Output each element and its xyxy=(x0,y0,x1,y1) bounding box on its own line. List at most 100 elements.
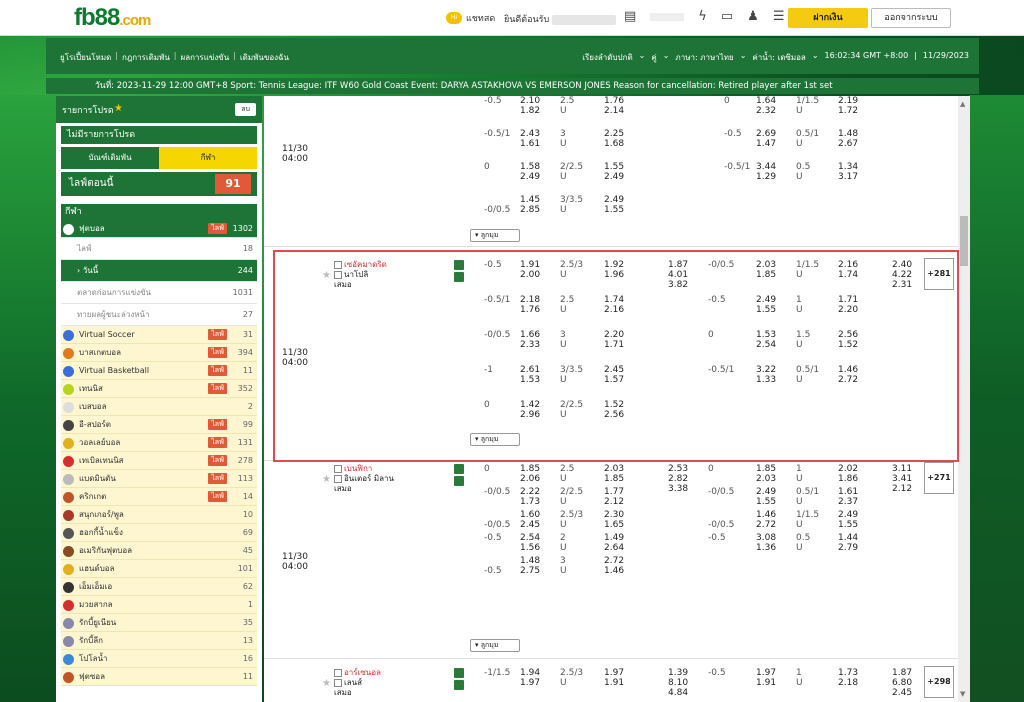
sidebar-item-sport[interactable]: วอลเลย์บอล ไลฟ์ 131 xyxy=(61,434,257,452)
odds-1x2-ht-cell[interactable]: 3.11 xyxy=(892,464,912,474)
odds-cell[interactable]: 2.96 xyxy=(520,410,540,420)
odds-1x2-ht-cell[interactable]: 6.80 xyxy=(892,678,912,688)
odds-cell[interactable]: 1.71 xyxy=(604,340,624,350)
match-teams[interactable]: เบนฟิกา อินเตอร์ มิลาน เสมอ xyxy=(334,464,394,494)
odds-cell[interactable]: 1.97 xyxy=(604,668,624,678)
odds-cell[interactable]: 1.92 xyxy=(604,260,624,270)
clear-favorites-button[interactable]: ลบ xyxy=(235,103,256,116)
odds-cell[interactable]: 2.72 xyxy=(604,556,624,566)
user-icon[interactable]: ♟ xyxy=(747,9,759,24)
odds-cell[interactable]: 2.18 xyxy=(838,678,858,688)
odds-cell[interactable]: 1.45 xyxy=(520,195,540,205)
odds-cell[interactable]: 1.97 xyxy=(756,668,776,678)
odds-cell[interactable]: 1.76 xyxy=(520,305,540,315)
live-now-button[interactable]: ไลฟ์ตอนนี้ 91 xyxy=(61,172,257,196)
odds-cell[interactable]: 1.91 xyxy=(604,678,624,688)
odds-1x2-cell[interactable]: 2.82 xyxy=(668,474,688,484)
stats-icon[interactable] xyxy=(454,464,464,474)
odds-cell[interactable]: 2.49 xyxy=(756,295,776,305)
nav-link[interactable]: ยูโรเปี้ยนโหมด xyxy=(60,51,111,64)
list-icon[interactable]: ☰ xyxy=(773,9,785,24)
sidebar-item-sport[interactable]: ฟุตซอล 11 xyxy=(61,668,257,686)
odds-cell[interactable]: 1.85 xyxy=(756,270,776,280)
odds-cell[interactable]: 2.49 xyxy=(604,195,624,205)
favorite-star-icon[interactable]: ★ xyxy=(322,474,331,485)
odds-cell[interactable]: 2.20 xyxy=(604,330,624,340)
odds-cell[interactable]: 1.34 xyxy=(838,162,858,172)
odds-cell[interactable]: 2.72 xyxy=(838,375,858,385)
sidebar-item-sport[interactable]: คริกเกต ไลฟ์ 14 xyxy=(61,488,257,506)
deposit-button[interactable]: ฝากเงิน xyxy=(788,8,868,28)
odds-cell[interactable]: 1.53 xyxy=(520,375,540,385)
lightning-icon[interactable]: ϟ xyxy=(698,9,707,24)
odds-cell[interactable]: 2.37 xyxy=(838,497,858,507)
odds-cell[interactable]: 2.22 xyxy=(520,487,540,497)
odds-cell[interactable]: 2.79 xyxy=(838,543,858,553)
main-scrollbar[interactable]: ▲ ▼ xyxy=(958,96,970,702)
odds-cell[interactable]: 2.00 xyxy=(520,270,540,280)
odds-1x2-ht-cell[interactable]: 2.12 xyxy=(892,484,912,494)
odds-cell[interactable]: 3.17 xyxy=(838,172,858,182)
sidebar-item-sport[interactable]: เบสบอล 2 xyxy=(61,398,257,416)
odds-cell[interactable]: 1.85 xyxy=(604,474,624,484)
sidebar-subitem[interactable]: › วันนี้ 244 xyxy=(61,260,257,282)
odds-cell[interactable]: 2.14 xyxy=(604,106,624,116)
odds-cell[interactable]: 1.33 xyxy=(756,375,776,385)
odds-cell[interactable]: 2.75 xyxy=(520,566,540,576)
odds-cell[interactable]: 2.85 xyxy=(520,205,540,215)
more-bets-button[interactable]: +298 xyxy=(924,666,954,698)
sidebar-item-sport[interactable]: อเมริกันฟุตบอล 45 xyxy=(61,542,257,560)
favorite-star-icon[interactable]: ★ xyxy=(322,270,331,281)
odds-cell[interactable]: 2.20 xyxy=(838,305,858,315)
odds-cell[interactable]: 1.44 xyxy=(838,533,858,543)
odds-cell[interactable]: 1.56 xyxy=(520,543,540,553)
odds-cell[interactable]: 1.58 xyxy=(520,162,540,172)
odds-cell[interactable]: 1.76 xyxy=(604,96,624,106)
odds-cell[interactable]: 1.91 xyxy=(520,260,540,270)
match-teams[interactable]: อาร์เซนอล เลนส์ เสมอ xyxy=(334,668,381,698)
odds-cell[interactable]: 1.96 xyxy=(604,270,624,280)
sort-select[interactable]: เรียงลำดับปกติ xyxy=(582,51,632,64)
odds-cell[interactable]: 2.30 xyxy=(604,510,624,520)
odds-cell[interactable]: 1.61 xyxy=(838,487,858,497)
odds-cell[interactable]: 3.08 xyxy=(756,533,776,543)
odds-cell[interactable]: 1.52 xyxy=(604,400,624,410)
sidebar-item-sport[interactable]: สนุกเกอร์/พูล 10 xyxy=(61,506,257,524)
odds-cell[interactable]: 1.57 xyxy=(604,375,624,385)
odds-cell[interactable]: 2.03 xyxy=(756,260,776,270)
odds-cell[interactable]: 1.55 xyxy=(756,305,776,315)
sidebar-item-sport[interactable]: เทนนิส ไลฟ์ 352 xyxy=(61,380,257,398)
odds-cell[interactable]: 2.64 xyxy=(604,543,624,553)
odds-cell[interactable]: 2.72 xyxy=(756,520,776,530)
live-chat-link[interactable]: Hi แชทสด xyxy=(446,11,495,25)
odds-cell[interactable]: 1.66 xyxy=(520,330,540,340)
sidebar-item-sport[interactable]: บาสเกตบอล ไลฟ์ 394 xyxy=(61,344,257,362)
odds-cell[interactable]: 2.10 xyxy=(520,96,540,106)
tab-sports[interactable]: กีฬา xyxy=(159,147,257,169)
tab-bets[interactable]: บัณฑ์เดิมพัน xyxy=(61,147,159,169)
odds-type-select[interactable]: คู่ xyxy=(651,51,656,64)
match-teams[interactable]: เซอัคมาดริด นาโปลิ เสมอ xyxy=(334,260,387,290)
nav-link[interactable]: เดิมพันของฉัน xyxy=(240,51,289,64)
odds-1x2-cell[interactable]: 2.53 xyxy=(668,464,688,474)
odds-1x2-cell[interactable]: 4.84 xyxy=(668,688,688,698)
odds-cell[interactable]: 1.85 xyxy=(756,464,776,474)
odds-cell[interactable]: 2.02 xyxy=(838,464,858,474)
odds-1x2-ht-cell[interactable]: 1.87 xyxy=(892,668,912,678)
odds-cell[interactable]: 2.45 xyxy=(520,520,540,530)
odds-1x2-ht-cell[interactable]: 3.41 xyxy=(892,474,912,484)
odds-cell[interactable]: 1.49 xyxy=(604,533,624,543)
odds-cell[interactable]: 2.45 xyxy=(604,365,624,375)
odds-cell[interactable]: 1.85 xyxy=(520,464,540,474)
odds-cell[interactable]: 2.69 xyxy=(756,129,776,139)
more-bets-button[interactable]: +281 xyxy=(924,258,954,290)
site-logo[interactable]: fb88.com xyxy=(74,4,151,32)
odds-cell[interactable]: 2.49 xyxy=(838,510,858,520)
scroll-up-icon[interactable]: ▲ xyxy=(960,100,965,108)
sidebar-item-sport[interactable]: แฮนด์บอล 101 xyxy=(61,560,257,578)
odds-cell[interactable]: 1.65 xyxy=(604,520,624,530)
odds-cell[interactable]: 2.32 xyxy=(756,106,776,116)
sidebar-subitem[interactable]: ตลาดก่อนการแข่งขัน 1031 xyxy=(61,282,257,304)
sidebar-item-sport[interactable]: เทเบิลเทนนิส ไลฟ์ 278 xyxy=(61,452,257,470)
odds-cell[interactable]: 1.72 xyxy=(838,106,858,116)
